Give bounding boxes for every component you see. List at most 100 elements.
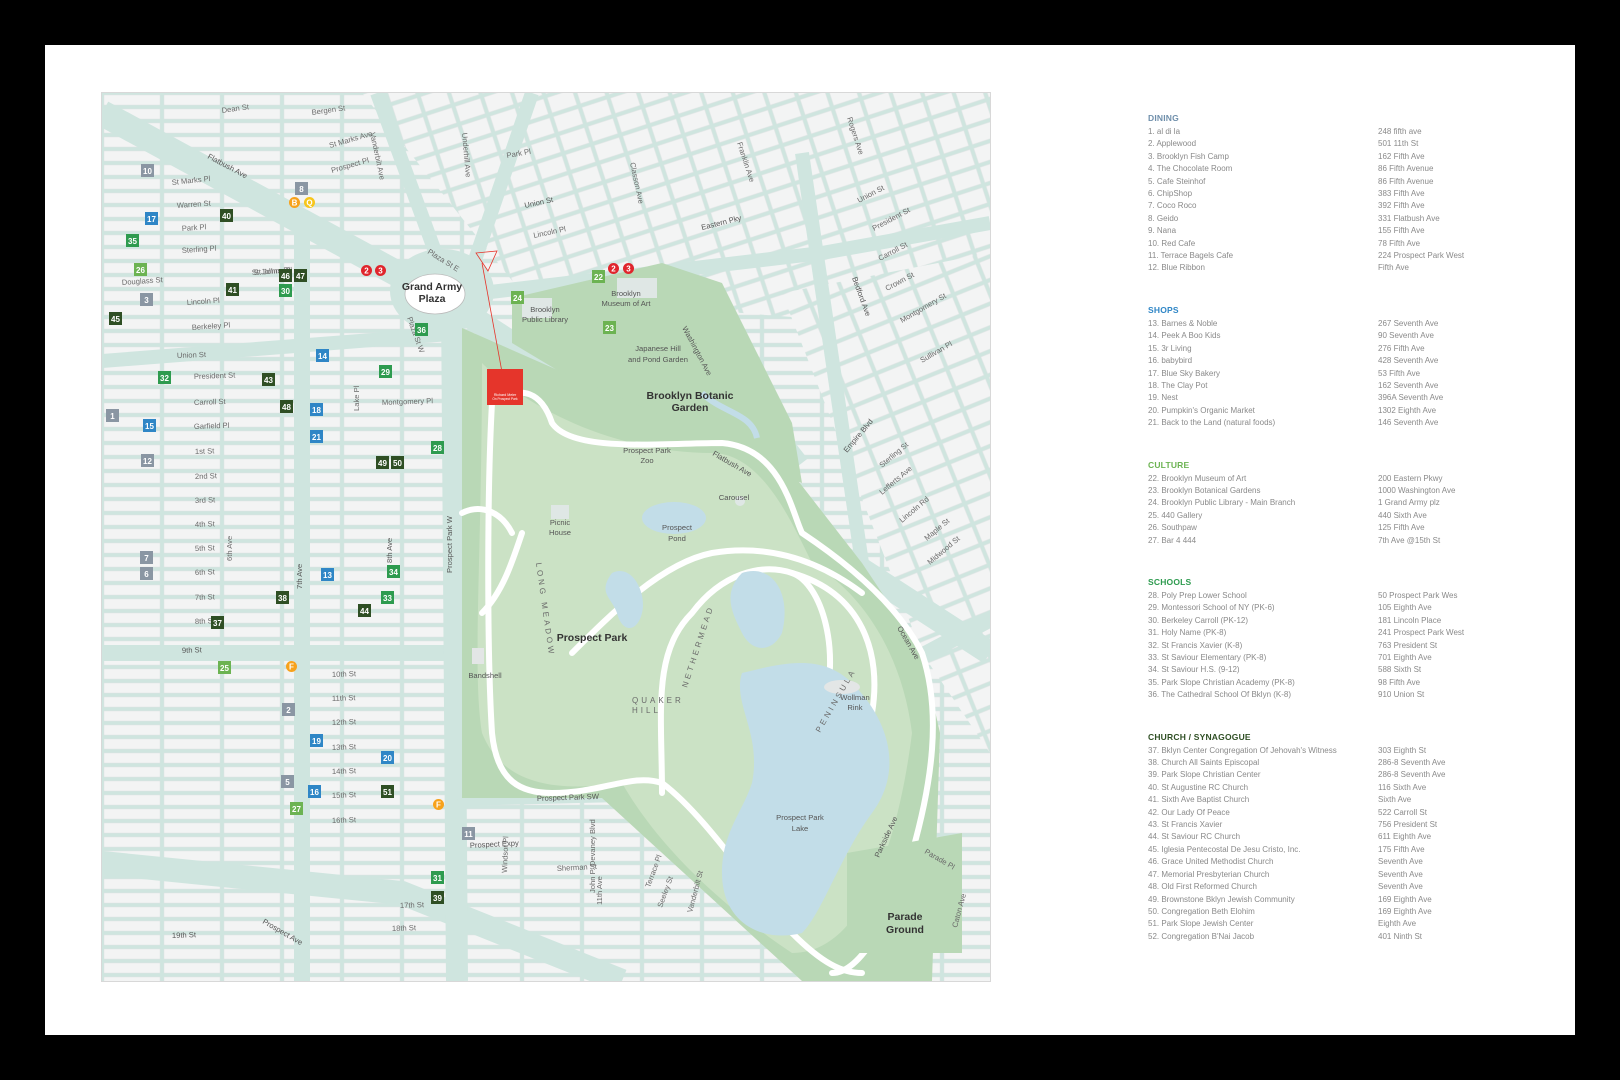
legend-item[interactable]: 22. Brooklyn Museum of Art 200 Eastern Pk… [1148,473,1548,485]
marker-church[interactable]: 37 [211,616,224,629]
legend-item[interactable]: 40. St Augustine RC Church 116 Sixth Ave [1148,782,1548,794]
legend-item[interactable]: 6. ChipShop 383 Fifth Ave [1148,188,1548,200]
legend-item[interactable]: 16. babybird 428 Seventh Ave [1148,355,1548,367]
legend-item[interactable]: 27. Bar 4 444 7th Ave @15th St [1148,535,1548,547]
marker-culture[interactable]: 24 [511,291,524,304]
marker-shops[interactable]: 17 [145,212,158,225]
marker-dining[interactable]: 1 [106,409,119,422]
marker-dining[interactable]: 2 [282,703,295,716]
legend-item[interactable]: 24. Brooklyn Public Library - Main Branc… [1148,497,1548,509]
legend-item[interactable]: 19. Nest 396A Seventh Ave [1148,392,1548,404]
marker-subway-orange[interactable]: F [286,661,297,672]
marker-church[interactable]: 39 [431,891,444,904]
legend-item[interactable]: 48. Old First Reformed Church Seventh Ave [1148,881,1548,893]
marker-subway-red[interactable]: 3 [375,265,386,276]
legend-item[interactable]: 10. Red Cafe 78 Fifth Ave [1148,238,1548,250]
marker-schools[interactable]: 31 [431,871,444,884]
legend-item[interactable]: 25. 440 Gallery 440 Sixth Ave [1148,510,1548,522]
marker-church[interactable]: 46 [279,269,292,282]
legend-item[interactable]: 9. Nana 155 Fifth Ave [1148,225,1548,237]
marker-church[interactable]: 44 [358,604,371,617]
marker-church[interactable]: 48 [280,400,293,413]
legend-item[interactable]: 26. Southpaw 125 Fifth Ave [1148,522,1548,534]
marker-subway-red[interactable]: 3 [623,263,634,274]
marker-subway-red[interactable]: 2 [361,265,372,276]
marker-dining[interactable]: 11 [462,827,475,840]
marker-culture[interactable]: 27 [290,802,303,815]
marker-culture[interactable]: 26 [134,263,147,276]
legend-item[interactable]: 35. Park Slope Christian Academy (PK-8) 9… [1148,677,1548,689]
marker-subway-red[interactable]: 2 [608,263,619,274]
legend-item[interactable]: 46. Grace United Methodist Church Seventh… [1148,856,1548,868]
legend-item[interactable]: 47. Memorial Presbyterian Church Seventh … [1148,869,1548,881]
marker-church[interactable]: 40 [220,209,233,222]
marker-church[interactable]: 50 [391,456,404,469]
legend-item[interactable]: 23. Brooklyn Botanical Gardens 1000 Washi… [1148,485,1548,497]
marker-schools[interactable]: 33 [381,591,394,604]
marker-schools[interactable]: 30 [279,284,292,297]
legend-item[interactable]: 36. The Cathedral School Of Bklyn (K-8) 9… [1148,689,1548,701]
legend-item[interactable]: 38. Church All Saints Episcopal 286-8 Sev… [1148,757,1548,769]
legend-item[interactable]: 13. Barnes & Noble 267 Seventh Ave [1148,318,1548,330]
legend-item[interactable]: 41. Sixth Ave Baptist Church Sixth Ave [1148,794,1548,806]
legend-item[interactable]: 20. Pumpkin's Organic Market 1302 Eighth … [1148,405,1548,417]
marker-church[interactable]: 38 [276,591,289,604]
marker-culture[interactable]: 22 [592,270,605,283]
legend-item[interactable]: 17. Blue Sky Bakery 53 Fifth Ave [1148,368,1548,380]
legend-item[interactable]: 52. Congregation B'Nai Jacob 401 Ninth St [1148,931,1548,943]
marker-church[interactable]: 45 [109,312,122,325]
marker-dining[interactable]: 10 [141,164,154,177]
marker-dining[interactable]: 6 [140,567,153,580]
marker-dining[interactable]: 8 [295,182,308,195]
legend-item[interactable]: 49. Brownstone Bklyn Jewish Community 169… [1148,894,1548,906]
legend-item[interactable]: 51. Park Slope Jewish Center Eighth Ave [1148,918,1548,930]
legend-item[interactable]: 11. Terrace Bagels Cafe 224 Prospect Park… [1148,250,1548,262]
map-canvas[interactable]: Richard Meier On Prospect Park Dean St Be… [102,93,990,981]
legend-item[interactable]: 2. Applewood 501 11th St [1148,138,1548,150]
marker-church[interactable]: 43 [262,373,275,386]
legend-item[interactable]: 21. Back to the Land (natural foods) 146 … [1148,417,1548,429]
marker-dining[interactable]: 7 [140,551,153,564]
marker-schools[interactable]: 35 [126,234,139,247]
marker-church[interactable]: 49 [376,456,389,469]
legend-item[interactable]: 14. Peek A Boo Kids 90 Seventh Ave [1148,330,1548,342]
legend-item[interactable]: 32. St Francis Xavier (K-8) 763 President… [1148,640,1548,652]
marker-schools[interactable]: 34 [387,565,400,578]
marker-church[interactable]: 41 [226,283,239,296]
marker-church[interactable]: 47 [294,269,307,282]
legend-item[interactable]: 1. al di la 248 fifth ave [1148,126,1548,138]
marker-schools[interactable]: 28 [431,441,444,454]
legend-item[interactable]: 12. Blue Ribbon Fifth Ave [1148,262,1548,274]
marker-shops[interactable]: 18 [310,403,323,416]
marker-dining[interactable]: 5 [281,775,294,788]
marker-shops[interactable]: 15 [143,419,156,432]
legend-item[interactable]: 3. Brooklyn Fish Camp 162 Fifth Ave [1148,151,1548,163]
legend-item[interactable]: 18. The Clay Pot 162 Seventh Ave [1148,380,1548,392]
legend-item[interactable]: 7. Coco Roco 392 Fifth Ave [1148,200,1548,212]
legend-item[interactable]: 43. St Francis Xavier 756 President St [1148,819,1548,831]
legend-item[interactable]: 29. Montessori School of NY (PK-6) 105 Ei… [1148,602,1548,614]
marker-culture[interactable]: 23 [603,321,616,334]
marker-dining[interactable]: 12 [141,454,154,467]
legend-item[interactable]: 42. Our Lady Of Peace 522 Carroll St [1148,807,1548,819]
marker-shops[interactable]: 21 [310,430,323,443]
marker-schools[interactable]: 29 [379,365,392,378]
legend-item[interactable]: 37. Bklyn Center Congregation Of Jehovah… [1148,745,1548,757]
marker-shops[interactable]: 19 [310,734,323,747]
legend-item[interactable]: 28. Poly Prep Lower School 50 Prospect Pa… [1148,590,1548,602]
marker-subway-orange[interactable]: F [433,799,444,810]
marker-dining[interactable]: 3 [140,293,153,306]
marker-subway-yellow[interactable]: Q [304,197,315,208]
legend-item[interactable]: 5. Cafe Steinhof 86 Fifth Avenue [1148,176,1548,188]
marker-shops[interactable]: 20 [381,751,394,764]
marker-shops[interactable]: 13 [321,568,334,581]
marker-subway-orange[interactable]: B [289,197,300,208]
marker-culture[interactable]: 25 [218,661,231,674]
neighborhood-map[interactable]: Richard Meier On Prospect Park Dean St Be… [101,92,991,982]
legend-item[interactable]: 50. Congregation Beth Elohim 169 Eighth A… [1148,906,1548,918]
legend-item[interactable]: 34. St Saviour H.S. (9-12) 588 Sixth St [1148,664,1548,676]
marker-schools[interactable]: 32 [158,371,171,384]
legend-item[interactable]: 31. Holy Name (PK-8) 241 Prospect Park We… [1148,627,1548,639]
legend-item[interactable]: 33. St Saviour Elementary (PK-8) 701 Eigh… [1148,652,1548,664]
legend-item[interactable]: 4. The Chocolate Room 86 Fifth Avenue [1148,163,1548,175]
